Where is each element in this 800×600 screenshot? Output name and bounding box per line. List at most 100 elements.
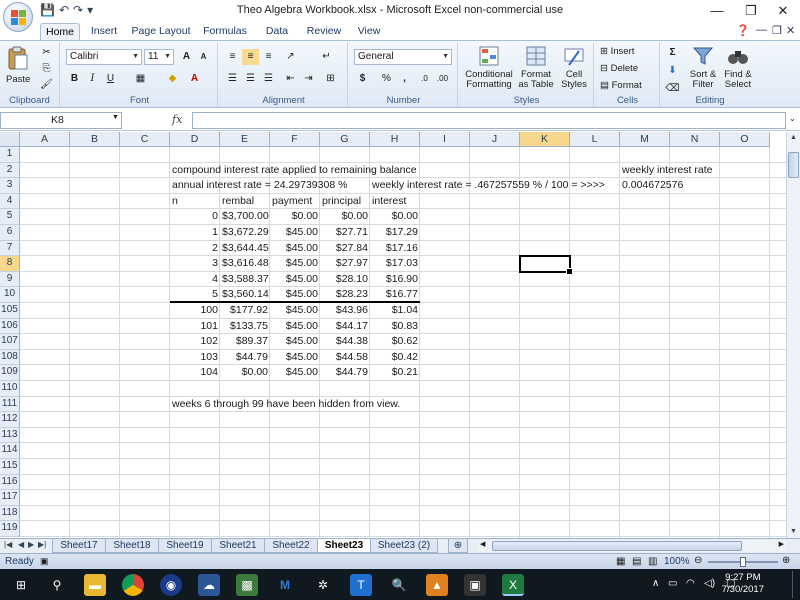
formula-input[interactable] xyxy=(192,112,786,129)
photos-icon[interactable]: ▩ xyxy=(236,574,258,596)
worksheet-grid[interactable]: A B C D E F G H I J K L M N O 1 2 3 4 5 6 7 8 9 10 105 106 107 108 10… xyxy=(0,132,786,538)
delete-cells-button[interactable]: ⊟ Delete xyxy=(600,63,638,74)
row-header-9[interactable]: 9 xyxy=(0,271,20,288)
bold-button[interactable]: B xyxy=(66,71,83,87)
table-header-g[interactable]: principal xyxy=(320,194,370,209)
zoom-out-icon[interactable]: ⊖ xyxy=(694,555,702,566)
grow-font-button[interactable]: A xyxy=(178,49,195,65)
decrease-indent-icon[interactable]: ⇤ xyxy=(282,71,299,87)
page-break-view-icon[interactable]: ▥ xyxy=(648,556,657,567)
scroll-right-icon[interactable]: ▶ xyxy=(779,540,784,548)
table-cell[interactable]: $0.83 xyxy=(370,319,420,334)
row-header-106[interactable]: 106 xyxy=(0,318,20,335)
table-cell[interactable]: $17.16 xyxy=(370,241,420,256)
table-cell[interactable]: $45.00 xyxy=(270,272,320,287)
column-header-d[interactable]: D xyxy=(170,132,220,147)
copy-icon[interactable]: ⎘ xyxy=(38,61,55,77)
table-cell[interactable]: $45.00 xyxy=(270,365,320,380)
format-painter-icon[interactable]: 🖌 xyxy=(38,77,55,93)
table-cell[interactable]: $3,588.37 xyxy=(220,272,270,287)
row-header-4[interactable]: 4 xyxy=(0,193,20,210)
scroll-left-icon[interactable]: ◀ xyxy=(480,540,485,548)
increase-decimal-button[interactable]: .0 xyxy=(416,71,433,87)
settings-app-icon[interactable]: ☁ xyxy=(198,574,220,596)
table-cell[interactable]: $17.29 xyxy=(370,225,420,240)
help-icon[interactable]: ❓ xyxy=(736,24,750,37)
table-cell[interactable]: $3,700.00 xyxy=(220,209,270,224)
row-header-117[interactable]: 117 xyxy=(0,490,20,506)
ribbon-close-icon[interactable]: ✕ xyxy=(786,24,795,37)
tab-review[interactable]: Review xyxy=(302,23,346,40)
table-cell[interactable]: $45.00 xyxy=(270,303,320,318)
wifi-icon[interactable]: ◠ xyxy=(686,578,695,589)
ribbon-restore-icon[interactable]: ❐ xyxy=(772,24,782,37)
table-cell[interactable]: $133.75 xyxy=(220,319,270,334)
align-right-icon[interactable]: ☰ xyxy=(260,71,277,87)
find-select-button[interactable]: Find & Select xyxy=(720,45,756,90)
table-header-d[interactable]: n xyxy=(170,194,220,209)
sheet-tab[interactable]: Sheet21 xyxy=(211,539,265,553)
sheet-tab[interactable]: Sheet22 xyxy=(264,539,318,553)
tab-formulas[interactable]: Formulas xyxy=(200,23,250,40)
row-header-8[interactable]: 8 xyxy=(0,256,20,272)
row-header-5[interactable]: 5 xyxy=(0,209,20,225)
align-middle-icon[interactable]: ≡ xyxy=(242,49,259,65)
format-as-table-button[interactable]: Format as Table xyxy=(516,45,556,90)
table-cell[interactable]: $45.00 xyxy=(270,241,320,256)
zoom-slider-knob[interactable] xyxy=(740,557,746,567)
sheet-tab[interactable]: Sheet23 (2) xyxy=(370,539,438,553)
fill-color-icon[interactable]: ◆ xyxy=(164,71,181,87)
table-cell[interactable]: 2 xyxy=(170,241,220,256)
prev-sheet-icon[interactable]: ◀ xyxy=(18,540,24,549)
merge-center-icon[interactable]: ⊞ xyxy=(322,71,339,87)
scroll-down-icon[interactable]: ▼ xyxy=(787,526,800,538)
font-name-dropdown[interactable]: Calibri ▼ xyxy=(66,49,142,65)
terminal-icon[interactable]: ▣ xyxy=(464,574,486,596)
wrap-text-icon[interactable]: ↵ xyxy=(318,49,335,65)
table-cell[interactable]: $3,616.48 xyxy=(220,256,270,271)
row-header-113[interactable]: 113 xyxy=(0,427,20,444)
table-cell[interactable]: $45.00 xyxy=(270,334,320,349)
percent-button[interactable]: % xyxy=(378,71,395,87)
cell-h3[interactable]: weekly interest rate = .467257559 % / 10… xyxy=(370,178,620,193)
column-header-l[interactable]: L xyxy=(570,132,620,147)
column-header-n[interactable]: N xyxy=(670,132,720,147)
table-cell[interactable]: 103 xyxy=(170,350,220,365)
tab-insert[interactable]: Insert xyxy=(84,23,124,40)
table-cell[interactable]: $43.96 xyxy=(320,303,370,318)
page-layout-view-icon[interactable]: ▤ xyxy=(632,556,641,567)
first-sheet-icon[interactable]: |◀ xyxy=(4,540,12,549)
cell-styles-button[interactable]: Cell Styles xyxy=(556,45,592,90)
sort-filter-button[interactable]: Sort & Filter xyxy=(686,45,720,90)
cell-d111[interactable]: weeks 6 through 99 have been hidden from… xyxy=(170,397,470,412)
table-cell[interactable]: $45.00 xyxy=(270,256,320,271)
align-left-icon[interactable]: ☰ xyxy=(224,71,241,87)
malwarebytes-icon[interactable]: M xyxy=(274,574,296,596)
sheet-tab[interactable]: Sheet19 xyxy=(158,539,212,553)
column-header-m[interactable]: M xyxy=(620,132,670,147)
active-cell[interactable] xyxy=(519,255,573,275)
horizontal-scroll-thumb[interactable] xyxy=(492,541,742,551)
column-header-a[interactable]: A xyxy=(20,132,70,147)
row-header-105[interactable]: 105 xyxy=(0,303,20,319)
column-header-b[interactable]: B xyxy=(70,132,120,147)
table-cell[interactable]: 102 xyxy=(170,334,220,349)
align-center-icon[interactable]: ☰ xyxy=(242,71,259,87)
select-all-corner[interactable] xyxy=(0,132,20,147)
borders-icon[interactable]: ▦ xyxy=(132,71,149,87)
table-cell[interactable]: $44.58 xyxy=(320,350,370,365)
table-cell[interactable]: $44.38 xyxy=(320,334,370,349)
ribbon-minimize-icon[interactable]: — xyxy=(756,24,767,36)
table-header-h[interactable]: interest xyxy=(370,194,420,209)
next-sheet-icon[interactable]: ▶ xyxy=(28,540,34,549)
column-header-j[interactable]: J xyxy=(470,132,520,147)
table-cell[interactable]: $27.71 xyxy=(320,225,370,240)
row-header-112[interactable]: 112 xyxy=(0,412,20,428)
file-explorer-icon[interactable]: ▬ xyxy=(84,574,106,596)
table-cell[interactable]: 101 xyxy=(170,319,220,334)
row-header-118[interactable]: 118 xyxy=(0,505,20,522)
font-size-dropdown[interactable]: 11 ▼ xyxy=(144,49,174,65)
excel-icon[interactable]: X xyxy=(502,574,524,596)
tab-data[interactable]: Data xyxy=(257,23,297,40)
name-box-dropdown-icon[interactable]: ▼ xyxy=(112,114,119,121)
